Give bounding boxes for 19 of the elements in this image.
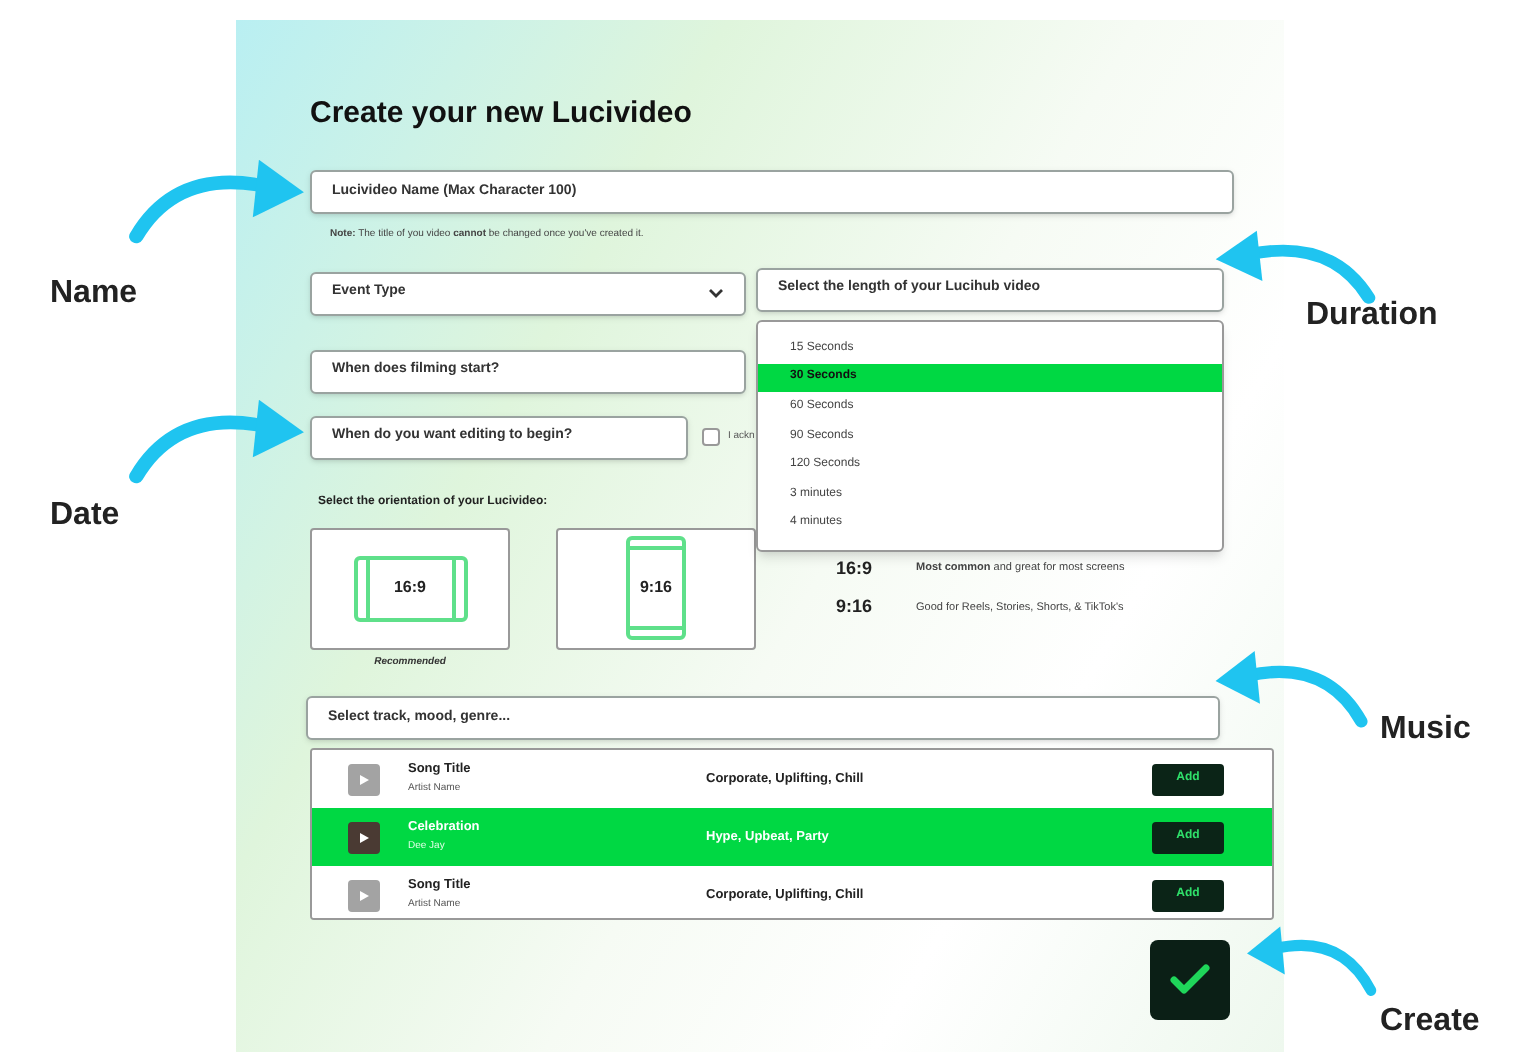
create-button[interactable] [1150, 940, 1230, 1020]
orientation-card[interactable]: 9:16 [556, 527, 756, 649]
landscape-frame: 16:9 [353, 555, 467, 621]
annotation-label: Name [50, 276, 138, 312]
portrait-frame: 9:16 [626, 536, 686, 640]
album-photo-placeholder [348, 821, 380, 853]
play-icon[interactable] [348, 879, 380, 911]
annotation-label: Duration [1306, 298, 1438, 334]
checkmark-icon [1170, 964, 1210, 996]
annotation-label: Date [50, 498, 120, 534]
play-icon[interactable] [348, 763, 380, 795]
ratio-label: 16:9 [836, 555, 875, 581]
acknowledge-checkbox[interactable] [702, 428, 720, 446]
annotation-label: Create [1380, 1004, 1480, 1040]
chevron-down-icon [708, 287, 724, 299]
ratio-label: 9:16 [836, 594, 875, 620]
annotation-label: Music [1380, 712, 1471, 748]
page-title: Create your new Lucivideo [310, 94, 694, 132]
orientation-card[interactable]: 16:9 [310, 527, 510, 649]
